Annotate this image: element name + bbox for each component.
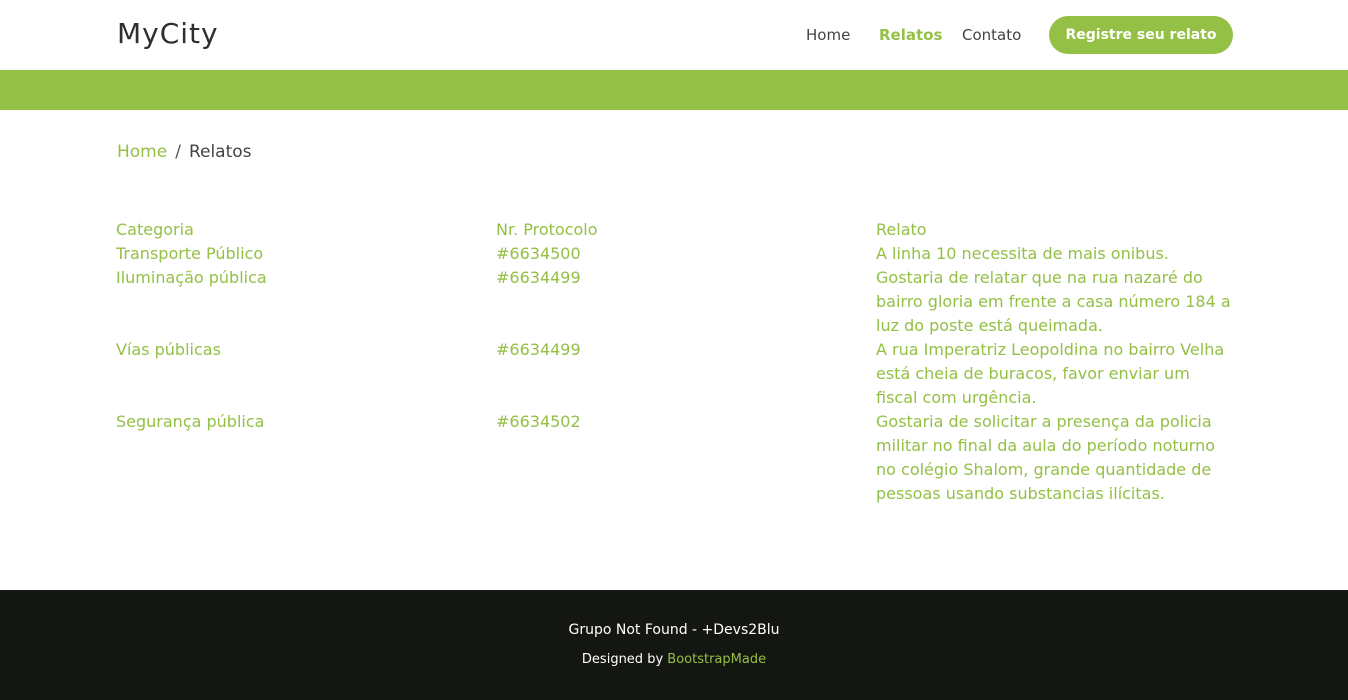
reports-table: Categoria Nr. Protocolo Relato Transport… (116, 218, 1236, 506)
row-relato: Gostaria de solicitar a presença da poli… (876, 412, 1216, 503)
table-row: Iluminação pública #6634499 Gostaria de … (116, 266, 1236, 338)
nav-contato[interactable]: Contato (962, 24, 1021, 46)
site-logo[interactable]: MyCity (117, 16, 219, 52)
site-footer: Grupo Not Found - +Devs2Blu Designed by … (0, 590, 1348, 700)
row-relato: A rua Imperatriz Leopoldina no bairro Ve… (876, 340, 1225, 407)
breadcrumb-home-link[interactable]: Home (117, 142, 167, 162)
nav-relatos[interactable]: Relatos (879, 24, 942, 46)
breadcrumb-current: Relatos (188, 142, 252, 162)
row-protocolo: #6634502 (496, 412, 581, 431)
table-header-row: Categoria Nr. Protocolo Relato (116, 218, 1236, 242)
column-header-protocolo: Nr. Protocolo (496, 220, 598, 239)
table-row: Segurança pública #6634502 Gostaria de s… (116, 410, 1236, 506)
designer-link[interactable]: BootstrapMade (667, 652, 766, 667)
row-categoria: Vías públicas (116, 340, 221, 359)
row-protocolo: #6634500 (496, 244, 581, 263)
row-protocolo: #6634499 (496, 268, 581, 287)
designed-by-label: Designed by (581, 652, 664, 667)
breadcrumb-separator: / (175, 142, 181, 162)
nav-home[interactable]: Home (806, 24, 850, 46)
site-header: MyCity Home Relatos Contato Registre seu… (0, 0, 1348, 70)
page-banner (0, 70, 1348, 110)
footer-copyright: Grupo Not Found - +Devs2Blu (568, 622, 780, 638)
column-header-relato: Relato (876, 220, 927, 239)
table-row: Vías públicas #6634499 A rua Imperatriz … (116, 338, 1236, 410)
table-row: Transporte Público #6634500 A linha 10 n… (116, 242, 1236, 266)
footer-credits: Designed by BootstrapMade (0, 652, 1348, 667)
breadcrumb: Home / Relatos (117, 141, 252, 163)
row-categoria: Iluminação pública (116, 268, 267, 287)
row-relato: Gostaria de relatar que na rua nazaré do… (876, 268, 1231, 335)
column-header-categoria: Categoria (116, 220, 194, 239)
register-report-button[interactable]: Registre seu relato (1049, 16, 1233, 54)
row-categoria: Segurança pública (116, 412, 265, 431)
row-relato: A linha 10 necessita de mais onibus. (876, 244, 1169, 263)
row-categoria: Transporte Público (116, 244, 264, 263)
row-protocolo: #6634499 (496, 340, 581, 359)
